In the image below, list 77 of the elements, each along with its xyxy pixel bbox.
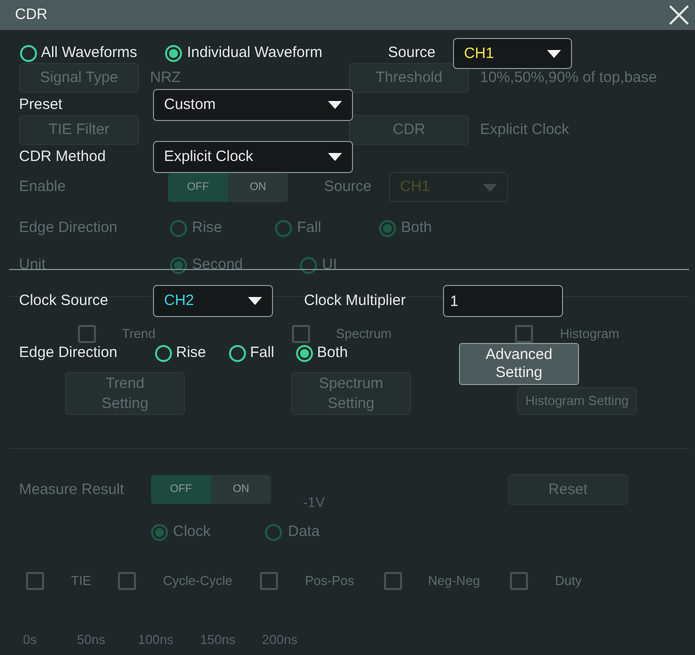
checkbox-label: Histogram bbox=[560, 326, 620, 342]
field-label: Edge Direction bbox=[19, 343, 118, 363]
radio-label: Data bbox=[288, 522, 320, 542]
input-field[interactable]: 1 bbox=[443, 285, 563, 317]
radio-button[interactable] bbox=[20, 45, 37, 62]
field-label: Enable bbox=[19, 177, 66, 197]
preset-dropdown[interactable]: Custom bbox=[153, 89, 353, 121]
checkbox-label: Duty bbox=[555, 573, 582, 589]
field-label: Edge Direction bbox=[19, 218, 118, 238]
field-label: Source bbox=[388, 43, 436, 63]
source-dropdown[interactable]: CH1 bbox=[453, 38, 572, 69]
checkbox[interactable] bbox=[384, 572, 402, 590]
checkbox[interactable] bbox=[78, 325, 96, 343]
checkbox-label: Cycle-Cycle bbox=[163, 573, 232, 589]
advanced-setting-button[interactable]: Advanced Setting bbox=[459, 343, 579, 385]
checkbox-label: TIE bbox=[71, 573, 92, 589]
axis-label: 100ns bbox=[138, 632, 174, 648]
radio-label: Rise bbox=[192, 218, 222, 238]
radio-label: Fall bbox=[297, 218, 322, 238]
checkbox[interactable] bbox=[26, 572, 44, 590]
field-label: Unit bbox=[19, 255, 46, 275]
caret-icon bbox=[328, 101, 342, 109]
checkbox[interactable] bbox=[118, 572, 136, 590]
checkbox-label: Trend bbox=[122, 326, 156, 342]
window-title: CDR bbox=[15, 6, 48, 24]
cdr-value: Explicit Clock bbox=[480, 120, 570, 140]
field-label: Source bbox=[324, 177, 372, 197]
radio-button[interactable] bbox=[151, 524, 168, 541]
signal-type-button[interactable]: Signal Type bbox=[19, 63, 139, 93]
cdr-button[interactable]: CDR bbox=[349, 115, 469, 145]
radio-label: Second bbox=[192, 255, 243, 275]
axis-label: -1V bbox=[303, 494, 325, 510]
axis-label: 50ns bbox=[77, 632, 106, 648]
setting-button[interactable]: Spectrum Setting bbox=[291, 372, 411, 415]
field-label: Clock Source bbox=[19, 291, 108, 311]
checkbox-label: Pos-Pos bbox=[305, 573, 354, 589]
radio-label: Individual Waveform bbox=[187, 43, 322, 63]
checkbox-label: Neg-Neg bbox=[428, 573, 480, 589]
caret-icon bbox=[547, 50, 561, 58]
radio-label: Clock bbox=[173, 522, 211, 542]
radio-label: Rise bbox=[176, 343, 206, 363]
clock-source-dropdown[interactable]: CH2 bbox=[153, 285, 273, 317]
axis-label: 200ns bbox=[262, 632, 298, 648]
threshold-value: 10%,50%,90% of top,base bbox=[480, 68, 657, 88]
caret-icon bbox=[328, 153, 342, 161]
reset-button[interactable]: Reset bbox=[508, 474, 628, 505]
signal-type-value: NRZ bbox=[150, 68, 181, 88]
setting-button[interactable]: Trend Setting bbox=[65, 372, 185, 415]
radio-label: All Waveforms bbox=[41, 43, 138, 63]
radio-button[interactable] bbox=[379, 220, 396, 237]
radio-button[interactable] bbox=[275, 220, 292, 237]
checkbox[interactable] bbox=[510, 572, 528, 590]
field-label: CDR Method bbox=[19, 147, 106, 167]
checkbox[interactable] bbox=[260, 572, 278, 590]
radio-label: Both bbox=[317, 343, 348, 363]
radio-label: UI bbox=[322, 255, 337, 275]
field-label: Clock Multiplier bbox=[304, 291, 406, 311]
tie-filter-button[interactable]: TIE Filter bbox=[19, 115, 139, 145]
radio-button[interactable] bbox=[296, 345, 313, 362]
radio-button[interactable] bbox=[165, 45, 182, 62]
radio-button[interactable] bbox=[229, 345, 246, 362]
close-icon[interactable] bbox=[669, 5, 689, 25]
threshold-button[interactable]: Threshold bbox=[349, 63, 469, 93]
checkbox-label: Spectrum bbox=[336, 326, 392, 342]
cdr-method-dropdown[interactable]: Explicit Clock bbox=[153, 141, 353, 173]
field-label: Measure Result bbox=[19, 480, 124, 500]
radio-label: Both bbox=[401, 218, 432, 238]
radio-button[interactable] bbox=[265, 524, 282, 541]
radio-button[interactable] bbox=[155, 345, 172, 362]
axis-label: 0s bbox=[23, 632, 37, 648]
axis-label: 150ns bbox=[200, 632, 236, 648]
radio-button[interactable] bbox=[170, 220, 187, 237]
radio-label: Fall bbox=[250, 343, 274, 363]
caret-icon bbox=[483, 184, 497, 192]
field-label: Preset bbox=[19, 95, 62, 115]
checkbox[interactable] bbox=[292, 325, 310, 343]
setting-button[interactable]: Histogram Setting bbox=[517, 387, 637, 415]
